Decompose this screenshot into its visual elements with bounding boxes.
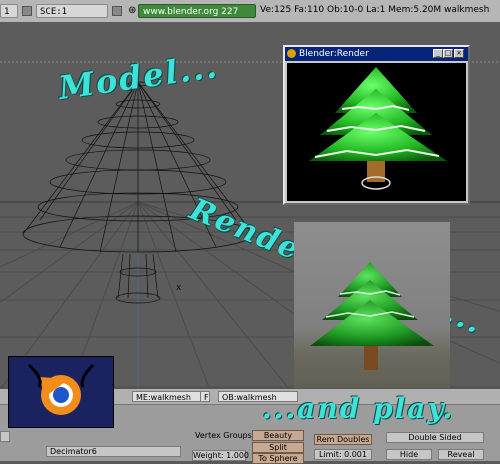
scene-stats: Ve:125 Fa:110 Ob:10-0 La:1 Mem:5.20M wal… bbox=[260, 5, 490, 15]
blender-url-label: www.blender.org 227 bbox=[138, 4, 256, 18]
double-sided-button[interactable]: Double Sided bbox=[386, 432, 484, 443]
fake-user-toggle[interactable]: F bbox=[200, 391, 210, 402]
close-button[interactable]: × bbox=[454, 49, 464, 58]
play-overlay-text: ...and play. bbox=[262, 392, 455, 425]
hide-button[interactable]: Hide bbox=[386, 449, 432, 460]
render-window-title: Blender:Render bbox=[299, 49, 369, 59]
decimator-slider[interactable]: Decimator6 bbox=[46, 446, 181, 457]
minimize-button[interactable]: _ bbox=[433, 49, 443, 58]
render-output bbox=[287, 63, 466, 201]
beauty-button[interactable]: Beauty bbox=[252, 430, 304, 441]
tree-photo-image bbox=[310, 262, 434, 370]
rem-doubles-button[interactable]: Rem Doubles bbox=[314, 434, 372, 445]
maximize-button[interactable]: □ bbox=[443, 49, 453, 58]
render-window-icon bbox=[287, 49, 296, 58]
split-button[interactable]: Split bbox=[252, 442, 304, 453]
blender-logo-image bbox=[27, 363, 95, 415]
render-window-titlebar[interactable]: Blender:Render _ □ × bbox=[285, 47, 468, 61]
svg-text:x: x bbox=[176, 283, 182, 293]
mesh-name-field[interactable]: ME:walkmesh bbox=[132, 391, 202, 402]
left-panel-button[interactable] bbox=[0, 431, 10, 442]
scene-field[interactable]: SCE:1 bbox=[36, 4, 108, 18]
tree-photo bbox=[294, 222, 450, 412]
info-header: 1 SCE:1 ⊛ www.blender.org 227 Ve:125 Fa:… bbox=[0, 0, 500, 23]
limit-field[interactable]: Limit: 0.001 bbox=[314, 449, 372, 460]
rendered-tree-image bbox=[309, 67, 447, 190]
screen-browse-icon[interactable] bbox=[22, 6, 32, 16]
blender-logo-icon: ⊛ bbox=[128, 5, 137, 16]
to-sphere-button[interactable]: To Sphere bbox=[252, 453, 304, 464]
screen-number-field[interactable]: 1 bbox=[0, 4, 18, 18]
scene-browse-icon[interactable] bbox=[112, 6, 122, 16]
blender-logo bbox=[8, 356, 114, 428]
reveal-button[interactable]: Reveal bbox=[438, 449, 484, 460]
weight-field[interactable]: Weight: 1.000 bbox=[192, 450, 249, 461]
vertex-groups-label: Vertex Groups bbox=[195, 431, 252, 440]
render-window[interactable]: Blender:Render _ □ × bbox=[283, 45, 470, 205]
